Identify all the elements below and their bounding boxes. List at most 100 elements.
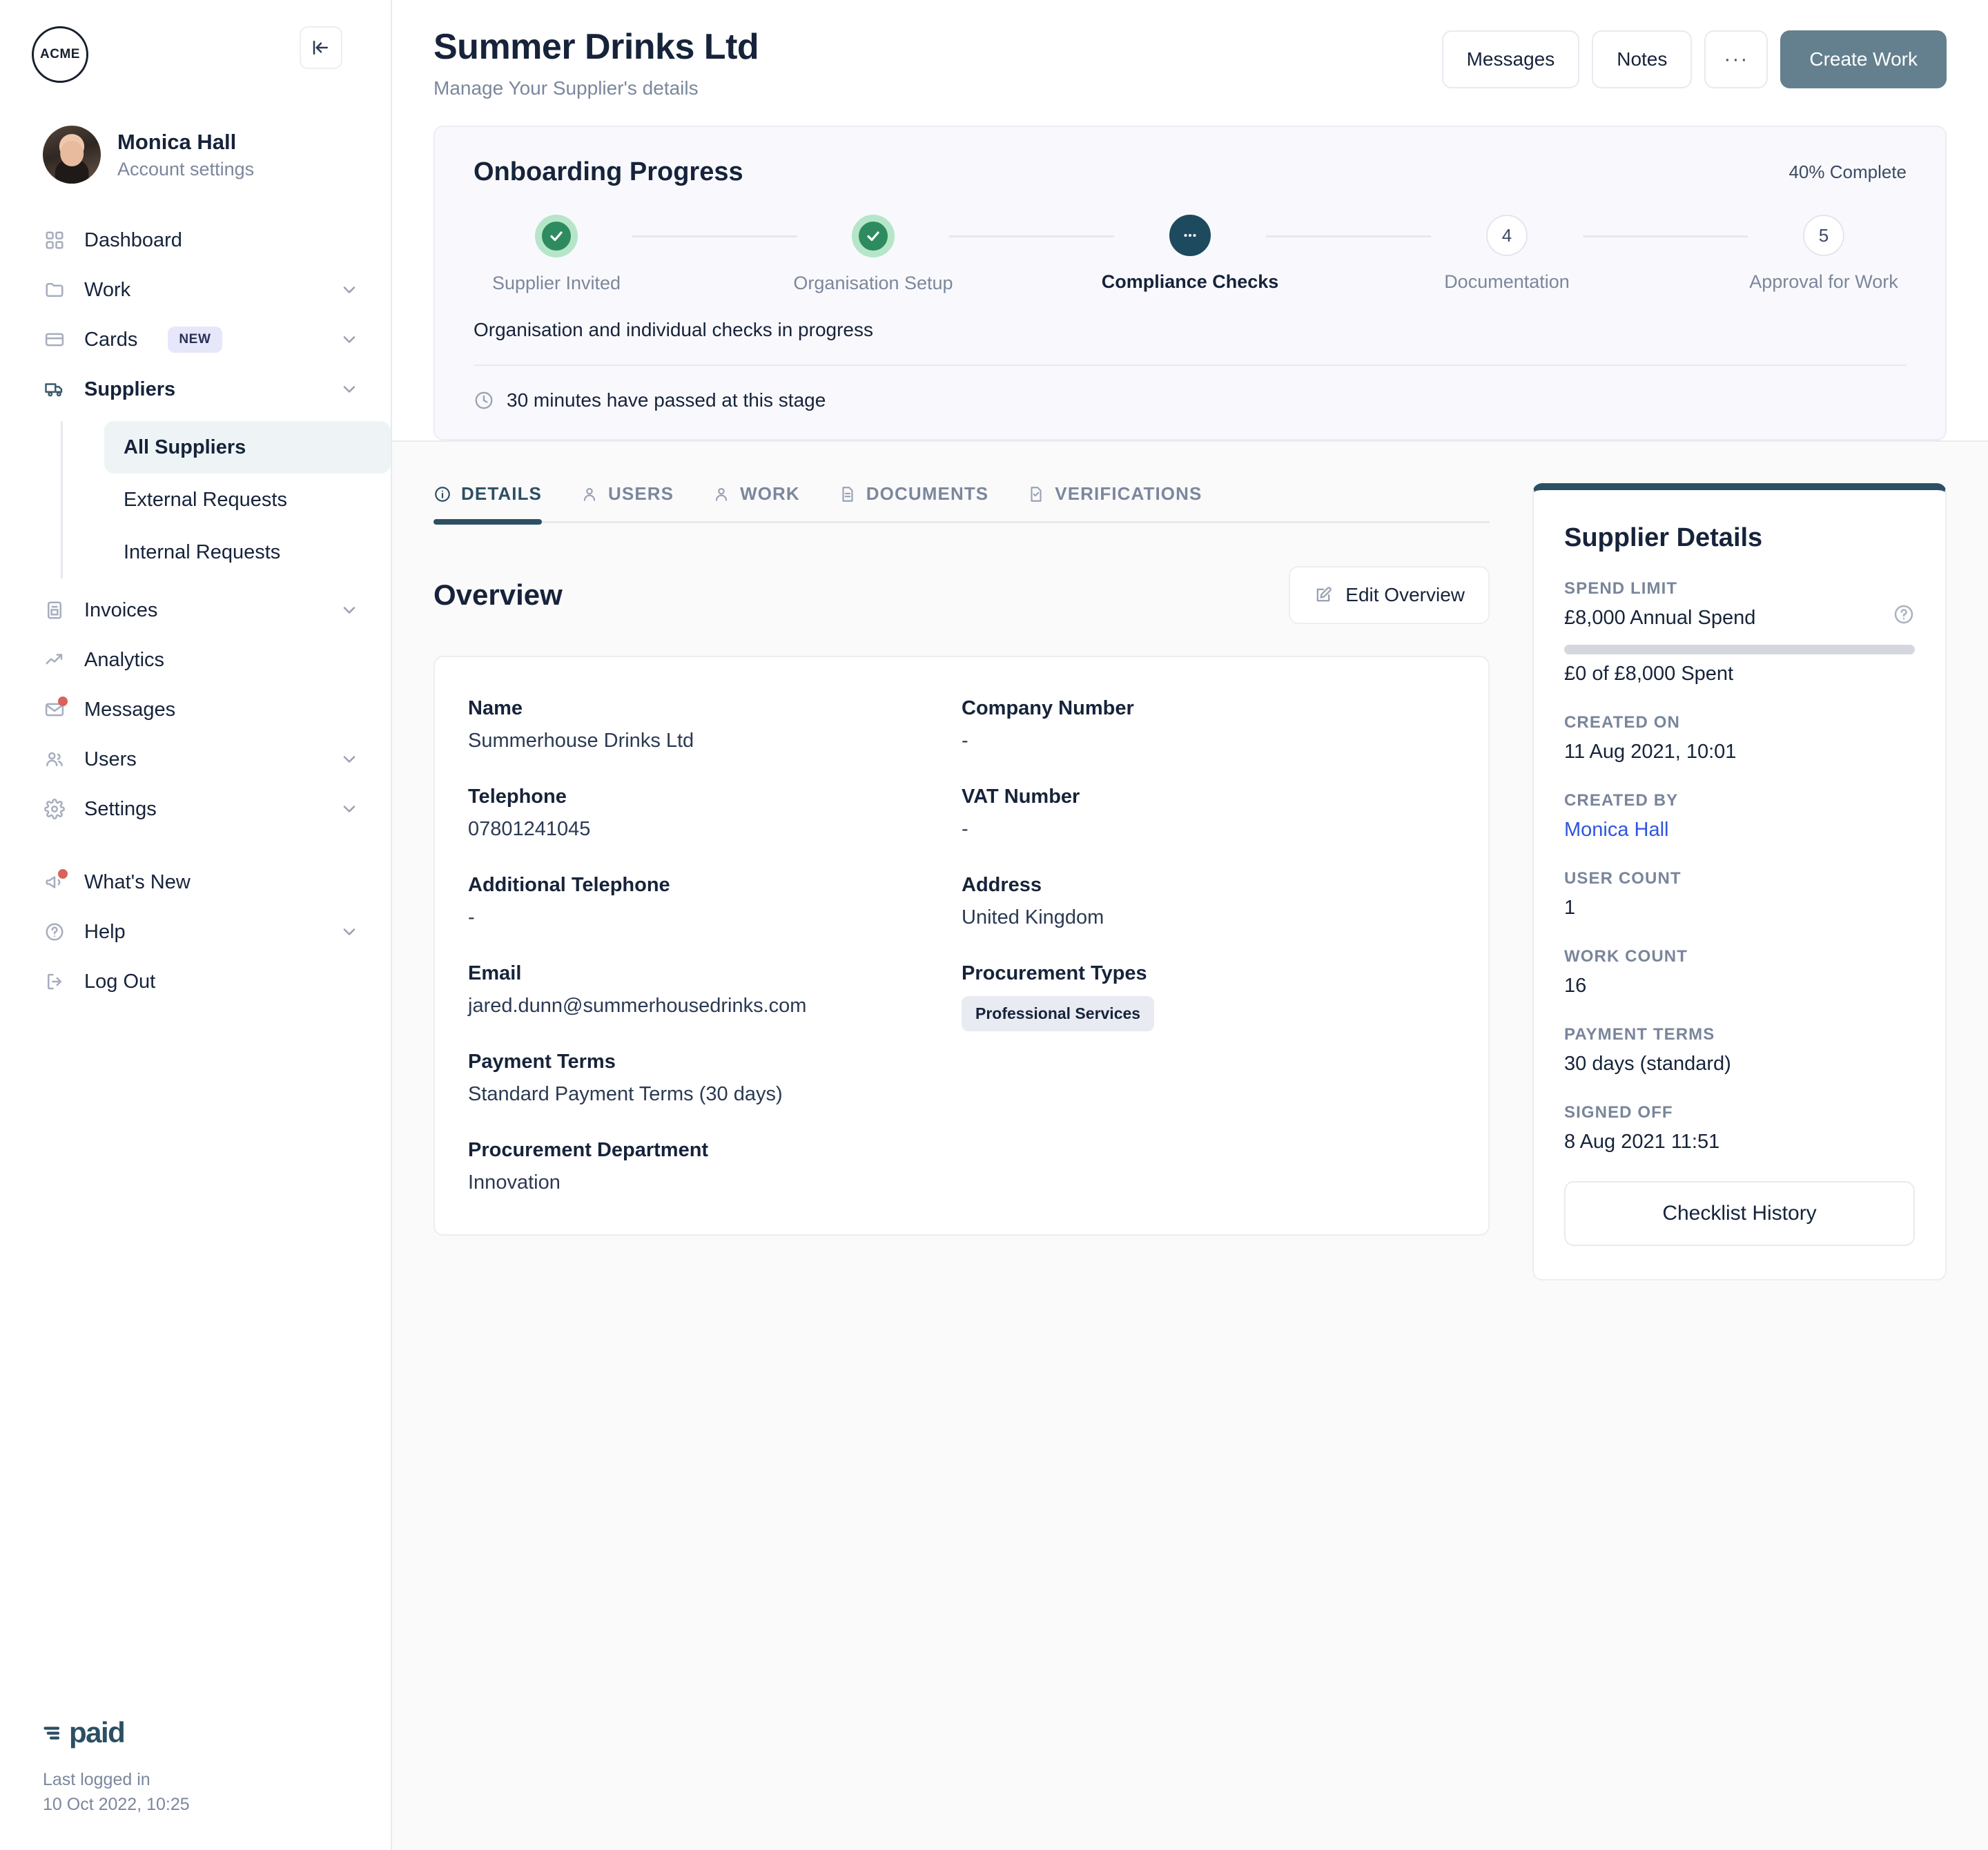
question-icon	[43, 920, 66, 944]
chevron-down-icon[interactable]	[340, 799, 359, 819]
chevron-down-icon[interactable]	[340, 280, 359, 300]
sidebar-item-cards[interactable]: Cards NEW	[0, 315, 391, 364]
spend-limit-label: SPEND LIMIT	[1564, 579, 1678, 598]
sidebar-item-users[interactable]: Users	[0, 734, 391, 784]
step-supplier-invited[interactable]: Supplier Invited	[480, 215, 632, 294]
created-by-link[interactable]: Monica Hall	[1564, 819, 1915, 841]
tab-label: DETAILS	[461, 483, 542, 504]
question-circle-icon[interactable]	[1893, 603, 1915, 625]
sidebar-item-whats-new[interactable]: What's New	[0, 857, 391, 907]
spend-limit-block: SPEND LIMIT £8,000 Annual Spend £0 of £8…	[1564, 579, 1915, 685]
user-count-label: USER COUNT	[1564, 869, 1682, 888]
user-icon	[581, 485, 598, 503]
chevron-down-icon[interactable]	[340, 750, 359, 769]
tab-work[interactable]: WORK	[712, 483, 800, 521]
sidebar-item-dashboard[interactable]: Dashboard	[0, 215, 391, 265]
field-label: Additional Telephone	[468, 874, 670, 896]
notes-button[interactable]: Notes	[1592, 30, 1693, 88]
tab-documents[interactable]: DOCUMENTS	[839, 483, 988, 521]
chevron-down-icon[interactable]	[340, 380, 359, 399]
profile-block[interactable]: Monica Hall Account settings	[0, 83, 391, 184]
field-value: Summerhouse Drinks Ltd	[468, 730, 694, 752]
user-count-value: 1	[1564, 897, 1576, 919]
grid-icon	[43, 228, 66, 252]
spend-progress-bar	[1564, 645, 1915, 654]
field-label: Email	[468, 962, 522, 984]
signed-off-block: SIGNED OFF 8 Aug 2021 11:51	[1564, 1103, 1915, 1153]
sidebar-item-suppliers[interactable]: Suppliers	[0, 364, 391, 414]
sidebar-item-log-out[interactable]: Log Out	[0, 957, 391, 1006]
last-logged-label: Last logged in	[43, 1769, 150, 1789]
tab-label: WORK	[740, 483, 800, 504]
main-content: Summer Drinks Ltd Manage Your Supplier's…	[392, 0, 1988, 1850]
signed-off-value: 8 Aug 2021 11:51	[1564, 1131, 1720, 1153]
step-documentation[interactable]: 4 Documentation	[1431, 215, 1583, 293]
header-actions: Messages Notes ··· Create Work	[1441, 30, 1947, 88]
ellipsis-icon	[1169, 215, 1211, 256]
messages-button[interactable]: Messages	[1441, 30, 1580, 88]
sidebar-item-invoices[interactable]: Invoices	[0, 585, 391, 635]
field-label: Address	[962, 874, 1042, 896]
sidebar-item-all-suppliers[interactable]: All Suppliers	[104, 421, 391, 474]
tab-verifications[interactable]: VERIFICATIONS	[1027, 483, 1202, 521]
created-on-block: CREATED ON 11 Aug 2021, 10:01	[1564, 713, 1915, 763]
gear-icon	[43, 797, 66, 821]
sidebar-item-work[interactable]: Work	[0, 265, 391, 315]
chevron-down-icon[interactable]	[340, 330, 359, 349]
field-label: Telephone	[468, 786, 567, 808]
chevron-down-icon[interactable]	[340, 601, 359, 620]
sidebar-item-analytics[interactable]: Analytics	[0, 635, 391, 685]
avatar	[43, 126, 101, 184]
create-work-button[interactable]: Create Work	[1780, 30, 1947, 88]
sidebar-item-label: Messages	[84, 698, 176, 721]
step-connector	[632, 235, 797, 237]
field-value: Innovation	[468, 1171, 561, 1194]
step-compliance-checks[interactable]: Compliance Checks	[1102, 215, 1278, 293]
sidebar-item-internal-requests[interactable]: Internal Requests	[104, 526, 391, 578]
users-icon	[43, 748, 66, 771]
paid-logo: paid	[43, 1716, 359, 1749]
tab-users[interactable]: USERS	[581, 483, 674, 521]
overview-right-column: Company Number - VAT Number - Address Un…	[962, 697, 1455, 1194]
sidebar-item-external-requests[interactable]: External Requests	[104, 474, 391, 526]
sidebar-header: ACME	[0, 0, 391, 83]
info-icon	[433, 485, 451, 503]
sidebar-item-label: Suppliers	[84, 378, 176, 400]
paid-wordmark: paid	[69, 1715, 126, 1749]
sidebar-item-messages[interactable]: Messages	[0, 685, 391, 734]
step-label: Approval for Work	[1749, 271, 1898, 292]
edit-icon	[1314, 585, 1333, 605]
sidebar-item-label: Dashboard	[84, 228, 182, 251]
field-payment-terms: Payment Terms Standard Payment Terms (30…	[468, 1051, 962, 1106]
trend-icon	[43, 648, 66, 672]
sidebar-item-help[interactable]: Help	[0, 907, 391, 957]
check-icon	[852, 215, 895, 257]
field-label: Procurement Types	[962, 962, 1147, 984]
sidebar-footer: paid Last logged in 10 Oct 2022, 10:25	[0, 1716, 391, 1850]
sidebar-nav: Dashboard Work Cards NEW Suppliers All S…	[0, 215, 391, 1006]
chevron-down-icon[interactable]	[340, 922, 359, 942]
last-logged-value: 10 Oct 2022, 10:25	[43, 1794, 190, 1814]
account-settings-link[interactable]: Account settings	[117, 159, 254, 180]
field-value: jared.dunn@summerhousedrinks.com	[468, 995, 807, 1017]
sidebar-item-label: Work	[84, 278, 131, 301]
field-value: -	[962, 730, 968, 752]
field-address: Address United Kingdom	[962, 874, 1455, 929]
more-options-button[interactable]: ···	[1704, 30, 1768, 88]
checklist-history-button[interactable]: Checklist History	[1564, 1181, 1915, 1246]
tab-details[interactable]: DETAILS	[433, 483, 542, 525]
sidebar-item-settings[interactable]: Settings	[0, 784, 391, 834]
user-count-block: USER COUNT 1	[1564, 869, 1915, 919]
onboarding-stepper: Supplier Invited Organisation Setup Comp…	[474, 215, 1907, 294]
edit-overview-button[interactable]: Edit Overview	[1289, 566, 1490, 624]
org-logo[interactable]: ACME	[32, 26, 88, 83]
field-value: -	[468, 906, 475, 928]
work-count-label: WORK COUNT	[1564, 947, 1688, 966]
step-approval-for-work[interactable]: 5 Approval for Work	[1748, 215, 1900, 293]
step-organisation-setup[interactable]: Organisation Setup	[793, 215, 953, 294]
collapse-left-icon[interactable]	[300, 26, 342, 69]
onboarding-time-row: 30 minutes have passed at this stage	[474, 389, 1907, 411]
tab-label: USERS	[608, 483, 674, 504]
work-count-block: WORK COUNT 16	[1564, 947, 1915, 997]
field-email: Email jared.dunn@summerhousedrinks.com	[468, 962, 962, 1018]
